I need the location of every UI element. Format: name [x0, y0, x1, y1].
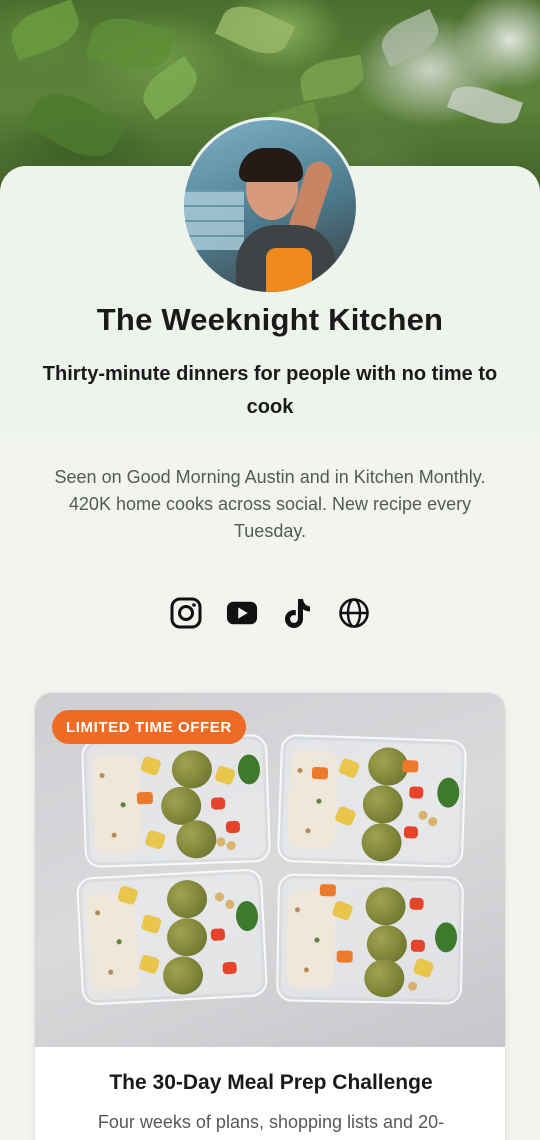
offer-title: The 30-Day Meal Prep Challenge — [109, 1071, 433, 1094]
social-links — [0, 596, 540, 632]
bio-text: Seen on Good Morning Austin and in Kitch… — [54, 467, 486, 541]
tiktok-icon[interactable] — [282, 596, 314, 630]
instagram-icon[interactable] — [170, 596, 202, 630]
avatar — [181, 117, 359, 295]
meal-prep-image — [35, 693, 505, 1047]
limited-offer-badge: LIMITED TIME OFFER — [52, 710, 246, 744]
page-title: The Weeknight Kitchen — [96, 302, 444, 337]
offer-card[interactable]: LIMITED TIME OFFER The 30-Day Meal Prep … — [34, 692, 506, 1140]
youtube-icon[interactable] — [226, 596, 258, 630]
globe-icon[interactable] — [338, 596, 370, 630]
offer-description: Four weeks of plans, shopping lists and … — [97, 1112, 445, 1132]
tagline: Thirty-minute dinners for people with no… — [42, 363, 498, 418]
